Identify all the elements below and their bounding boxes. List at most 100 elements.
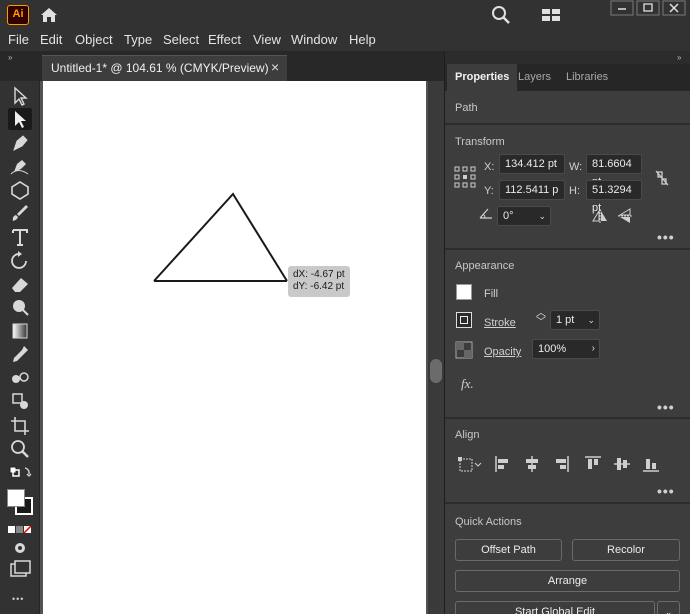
- appearance-section-title: Appearance: [455, 260, 515, 272]
- appearance-more-options-button[interactable]: •••: [657, 399, 675, 415]
- reference-point-icon[interactable]: [454, 166, 476, 188]
- direct-selection-tool-icon[interactable]: [8, 108, 32, 130]
- rotate-angle-value: 0°: [503, 210, 514, 222]
- opacity-field[interactable]: 100% ›: [532, 339, 600, 359]
- curvature-tool-icon[interactable]: [8, 155, 32, 177]
- draw-mode-icon[interactable]: [8, 537, 32, 559]
- offset-path-button[interactable]: Offset Path: [455, 539, 562, 561]
- blend-tool-icon[interactable]: [8, 367, 32, 389]
- w-field[interactable]: 81.6604 pt: [586, 154, 642, 188]
- align-bottom-icon[interactable]: [642, 455, 660, 473]
- start-global-edit-button[interactable]: Start Global Edit: [455, 601, 655, 614]
- tab-properties[interactable]: Properties: [447, 64, 518, 91]
- warp-tool-icon[interactable]: [8, 296, 32, 318]
- eyedropper-tool-icon[interactable]: [8, 343, 32, 365]
- menu-window[interactable]: Window: [291, 32, 337, 47]
- opacity-icon[interactable]: [455, 341, 473, 359]
- arrange-documents-icon[interactable]: [540, 6, 562, 24]
- fill-label: Fill: [484, 288, 499, 300]
- effects-button[interactable]: fx.: [461, 376, 474, 392]
- tab-layers[interactable]: Layers: [510, 64, 559, 91]
- app-logo: Ai: [7, 5, 29, 25]
- eraser-tool-icon[interactable]: [8, 273, 32, 295]
- rotate-angle-field[interactable]: 0° ⌄: [497, 206, 551, 226]
- menu-object[interactable]: Object: [75, 32, 113, 47]
- menu-bar: File Edit Object Type Select Effect View…: [0, 29, 690, 51]
- align-top-icon[interactable]: [584, 455, 602, 473]
- stroke-weight-stepper[interactable]: ︿ ﹀: [536, 309, 546, 328]
- opacity-label[interactable]: Opacity: [484, 346, 521, 358]
- align-right-icon[interactable]: [552, 455, 570, 473]
- tab-libraries[interactable]: Libraries: [558, 64, 616, 91]
- w-label: W:: [569, 161, 583, 173]
- chevron-down-icon[interactable]: ⌄: [538, 207, 546, 225]
- scrollbar-thumb[interactable]: [430, 359, 442, 383]
- maximize-icon[interactable]: [636, 0, 660, 16]
- panel-collapse-button[interactable]: »: [677, 53, 681, 62]
- edit-toolbar-button[interactable]: •••: [12, 594, 24, 604]
- fill-color-swatch[interactable]: [456, 284, 472, 300]
- minimize-icon[interactable]: [610, 0, 634, 16]
- menu-file[interactable]: File: [8, 32, 29, 47]
- toolbar-collapse-button[interactable]: »: [8, 53, 12, 62]
- x-field[interactable]: 134.412 pt: [499, 154, 565, 174]
- menu-edit[interactable]: Edit: [40, 32, 62, 47]
- panel-tabs: Properties Layers Libraries: [445, 64, 690, 91]
- title-bar: Ai: [0, 0, 690, 29]
- stroke-weight-field[interactable]: 1 pt ⌄: [550, 310, 600, 330]
- document-tab-close-button[interactable]: ×: [271, 59, 279, 75]
- transform-section-title: Transform: [455, 136, 505, 148]
- align-vertical-center-icon[interactable]: [613, 455, 631, 473]
- search-icon[interactable]: [490, 5, 512, 25]
- y-field[interactable]: 112.5411 p: [499, 180, 565, 200]
- align-more-options-button[interactable]: •••: [657, 483, 675, 499]
- shape-tool-icon[interactable]: [8, 179, 32, 201]
- fill-stroke-swatch[interactable]: [5, 487, 35, 517]
- artboard-tool-icon[interactable]: [8, 414, 32, 436]
- rotate-tool-icon[interactable]: [8, 249, 32, 271]
- h-field[interactable]: 51.3294 pt: [586, 180, 642, 214]
- menu-help[interactable]: Help: [349, 32, 376, 47]
- screen-mode-icon[interactable]: [8, 559, 32, 581]
- gradient-tool-icon[interactable]: [8, 320, 32, 342]
- selection-tool-icon[interactable]: [8, 85, 32, 107]
- document-tab[interactable]: Untitled-1* @ 104.61 % (CMYK/Preview) ×: [42, 55, 287, 81]
- artboard[interactable]: dX: -4.67 pt dY: -6.42 pt: [43, 81, 426, 614]
- triangle-path[interactable]: [43, 81, 426, 614]
- chevron-down-icon[interactable]: ⌄: [587, 311, 595, 329]
- constrain-proportions-icon[interactable]: [652, 168, 672, 188]
- menu-type[interactable]: Type: [124, 32, 152, 47]
- flip-horizontal-icon[interactable]: [592, 208, 608, 224]
- align-horizontal-center-icon[interactable]: [523, 455, 541, 473]
- zoom-tool-icon[interactable]: [8, 438, 32, 460]
- menu-view[interactable]: View: [253, 32, 281, 47]
- paintbrush-tool-icon[interactable]: [8, 202, 32, 224]
- close-window-icon[interactable]: [662, 0, 686, 16]
- vertical-scrollbar[interactable]: [428, 81, 444, 614]
- quick-actions-section-title: Quick Actions: [455, 516, 522, 528]
- align-to-selection-icon[interactable]: [457, 455, 485, 473]
- recolor-button[interactable]: Recolor: [572, 539, 680, 561]
- fill-swatch[interactable]: [7, 489, 25, 507]
- h-label: H:: [569, 185, 580, 197]
- opacity-value: 100%: [538, 343, 567, 355]
- align-left-icon[interactable]: [494, 455, 512, 473]
- arrange-button[interactable]: Arrange: [455, 570, 680, 592]
- home-icon[interactable]: [38, 5, 60, 25]
- symbol-sprayer-tool-icon[interactable]: [8, 390, 32, 412]
- menu-effect[interactable]: Effect: [208, 32, 241, 47]
- menu-select[interactable]: Select: [163, 32, 199, 47]
- delta-x-readout: dX: -4.67 pt: [293, 269, 345, 280]
- global-edit-options-button[interactable]: ⌄: [657, 601, 680, 614]
- stroke-color-swatch[interactable]: [456, 312, 472, 328]
- type-tool-icon[interactable]: [8, 226, 32, 248]
- object-type-label: Path: [455, 102, 478, 114]
- divider: [445, 123, 690, 125]
- pen-tool-icon[interactable]: [8, 132, 32, 154]
- swap-fill-stroke-icon[interactable]: [8, 464, 32, 486]
- stroke-label[interactable]: Stroke: [484, 317, 516, 329]
- canvas-area[interactable]: dX: -4.67 pt dY: -6.42 pt: [40, 81, 444, 614]
- transform-more-options-button[interactable]: •••: [657, 229, 675, 245]
- flip-vertical-icon[interactable]: [617, 208, 633, 224]
- chevron-right-icon[interactable]: ›: [592, 340, 595, 358]
